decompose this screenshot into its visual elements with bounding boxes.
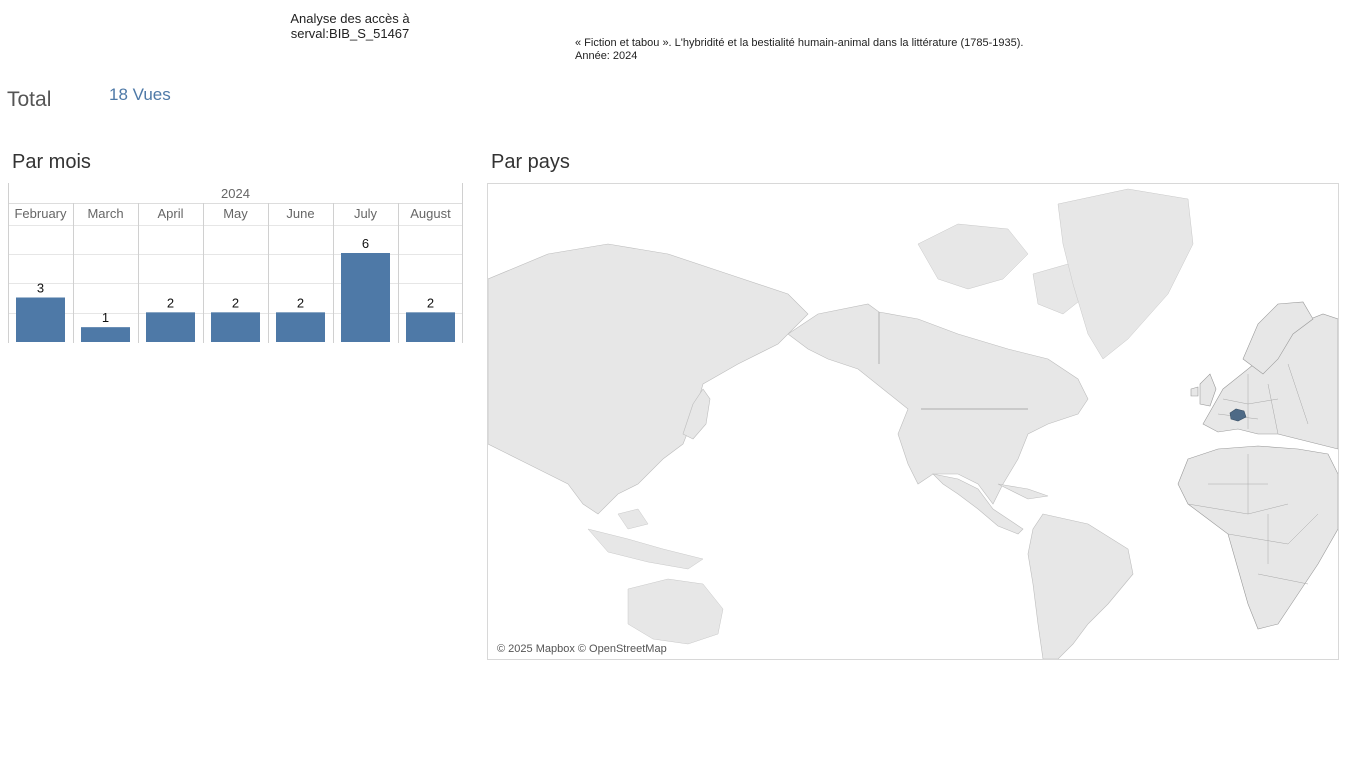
- map-attribution[interactable]: © 2025 Mapbox © OpenStreetMap: [495, 643, 669, 655]
- year-header: 2024: [221, 186, 250, 201]
- report-title-line1: Analyse des accès à: [290, 11, 410, 26]
- southeast-asia-islands: [587, 508, 704, 570]
- country-section-title: Par pays: [491, 151, 570, 173]
- monthly-views-chart[interactable]: 2024 February 3 March 1 April 2 May 2 June 2 July 6 A…: [8, 183, 463, 343]
- month-label: March: [87, 206, 123, 221]
- month-label: February: [14, 206, 67, 221]
- document-info: « Fiction et tabou ». L'hybridité et la …: [575, 37, 1023, 63]
- bar: [146, 312, 195, 342]
- monthly-views-chart-svg: 2024 February 3 March 1 April 2 May 2 June 2 July 6 A…: [8, 183, 463, 343]
- month-label: July: [354, 206, 378, 221]
- bar-value-label: 6: [362, 236, 369, 251]
- country-map[interactable]: © 2025 Mapbox © OpenStreetMap: [487, 183, 1339, 660]
- document-year: Année: 2024: [575, 50, 638, 62]
- report-title: Analyse des accès à serval:BIB_S_51467: [280, 11, 420, 41]
- bar: [81, 327, 130, 342]
- world-map-svg: [488, 188, 1338, 659]
- month-label: June: [286, 206, 314, 221]
- bar-value-label: 2: [427, 295, 434, 310]
- bar: [16, 297, 65, 342]
- uk-land: [1190, 373, 1217, 407]
- bar-value-label: 2: [232, 295, 239, 310]
- total-views-value: 18 Vues: [109, 85, 171, 104]
- bar: [406, 312, 455, 342]
- month-label: May: [223, 206, 248, 221]
- bar-value-label: 1: [102, 310, 109, 325]
- bar-value-label: 2: [167, 295, 174, 310]
- north-america-land: [787, 303, 1089, 505]
- australia-land: [627, 578, 724, 645]
- dashboard: Analyse des accès à serval:BIB_S_51467 «…: [0, 0, 1366, 768]
- asia-land: [488, 243, 809, 515]
- south-america-land: [1027, 513, 1134, 659]
- bar: [276, 312, 325, 342]
- africa-land: [1177, 445, 1338, 630]
- bar-value-label: 3: [37, 281, 44, 296]
- month-label: April: [157, 206, 183, 221]
- month-label: August: [410, 206, 451, 221]
- bar: [211, 312, 260, 342]
- monthly-section-title: Par mois: [12, 151, 91, 173]
- report-title-line2: serval:BIB_S_51467: [290, 26, 410, 41]
- bar-value-label: 2: [297, 295, 304, 310]
- greenland-land: [1057, 188, 1194, 360]
- document-title: « Fiction et tabou ». L'hybridité et la …: [575, 37, 1024, 49]
- total-label: Total: [7, 88, 52, 111]
- bar: [341, 253, 390, 342]
